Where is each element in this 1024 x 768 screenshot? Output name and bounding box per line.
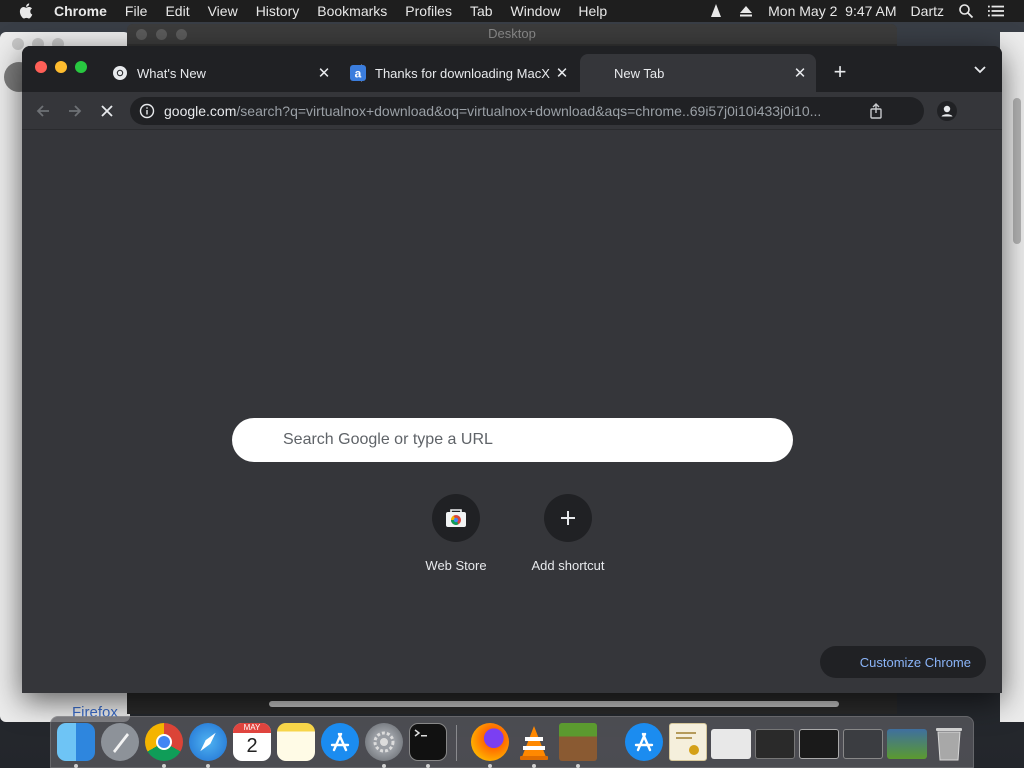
menu-app-name[interactable]: Chrome [54, 3, 107, 19]
new-tab-button[interactable]: + [828, 59, 852, 84]
search-placeholder: Search Google or type a URL [283, 431, 493, 448]
tab-macx-download[interactable]: a Thanks for downloading MacX ✕ [342, 54, 578, 92]
close-tab-icon[interactable]: ✕ [792, 65, 808, 82]
share-icon[interactable] [868, 103, 884, 119]
zoom-window-button[interactable] [75, 61, 87, 73]
menu-bookmarks[interactable]: Bookmarks [317, 3, 387, 19]
tab-whats-new[interactable]: What's New ✕ [102, 54, 340, 92]
menu-history[interactable]: History [256, 3, 300, 19]
preview-window-icon[interactable] [711, 729, 751, 759]
menu-bar: Chrome File Edit View History Bookmarks … [0, 0, 1024, 22]
dock-separator [456, 725, 457, 761]
menu-view[interactable]: View [208, 3, 238, 19]
trash-icon[interactable] [933, 723, 971, 761]
minimize-window-button[interactable] [55, 61, 67, 73]
macx-icon: a [350, 65, 366, 81]
app-store-installer-icon[interactable] [625, 723, 663, 761]
running-indicator [382, 764, 386, 768]
calendar-day: 2 [246, 735, 258, 757]
scrollbar[interactable] [1013, 98, 1021, 244]
window-thumbnail-icon[interactable] [755, 729, 795, 759]
safari-icon[interactable] [189, 723, 227, 761]
stop-loading-button[interactable] [97, 101, 117, 121]
address-bar[interactable]: google.com /search?q=virtualnox+download… [130, 97, 924, 125]
menu-user[interactable]: Dartz [911, 3, 944, 19]
window-thumbnail-icon[interactable] [799, 729, 839, 759]
horizontal-scrollbar[interactable] [269, 701, 839, 707]
shortcut-label: Web Store [425, 558, 487, 573]
close-tab-icon[interactable]: ✕ [554, 65, 570, 82]
navigation-toolbar: google.com /search?q=virtualnox+download… [22, 92, 1002, 130]
back-button[interactable] [33, 101, 53, 121]
menu-datetime[interactable]: Mon May 2 9:47 AM [768, 3, 896, 19]
minecraft-icon[interactable] [559, 723, 597, 761]
web-store-icon [432, 494, 480, 542]
url-host: google.com [164, 103, 237, 119]
terminal-icon[interactable] [409, 723, 447, 761]
running-indicator [426, 764, 430, 768]
running-indicator [532, 764, 536, 768]
dock: MAY 2 [50, 716, 974, 768]
running-indicator [576, 764, 580, 768]
menu-window[interactable]: Window [511, 3, 561, 19]
shortcut-web-store[interactable]: Web Store [400, 494, 512, 573]
shortcut-add[interactable]: Add shortcut [512, 494, 624, 573]
menu-profiles[interactable]: Profiles [405, 3, 452, 19]
site-info-icon[interactable] [139, 103, 155, 119]
menu-edit[interactable]: Edit [165, 3, 189, 19]
customize-chrome-label: Customize Chrome [859, 654, 971, 670]
chrome-window: What's New ✕ a Thanks for downloading Ma… [22, 46, 1002, 693]
spotlight-search-icon[interactable] [958, 3, 974, 19]
menu-tab[interactable]: Tab [470, 3, 493, 19]
google-search-input[interactable]: Search Google or type a URL [232, 418, 793, 462]
calendar-icon[interactable]: MAY 2 [233, 723, 271, 761]
close-window-button[interactable] [35, 61, 47, 73]
apple-icon[interactable] [18, 2, 36, 20]
system-preferences-icon[interactable] [365, 723, 403, 761]
shortcut-label: Add shortcut [531, 558, 605, 573]
window-thumbnail-icon[interactable] [843, 729, 883, 759]
svg-text:a: a [355, 67, 362, 81]
close-tab-icon[interactable]: ✕ [316, 65, 332, 82]
plus-icon [544, 494, 592, 542]
customize-chrome-button[interactable]: Customize Chrome [820, 646, 986, 678]
menu-help[interactable]: Help [578, 3, 607, 19]
menu-file[interactable]: File [125, 3, 148, 19]
tab-new-tab[interactable]: New Tab ✕ [580, 54, 816, 92]
url-path: /search?q=virtualnox+download&oq=virtual… [236, 103, 822, 119]
vlc-icon[interactable] [515, 723, 553, 761]
desktop-window-statusbar [127, 692, 897, 714]
control-center-icon[interactable] [988, 3, 1004, 19]
running-indicator [488, 764, 492, 768]
tab-label: What's New [137, 65, 206, 81]
notes-icon[interactable] [277, 723, 315, 761]
chrome-icon [112, 65, 128, 81]
certificate-icon[interactable] [669, 723, 707, 761]
running-indicator [206, 764, 210, 768]
finder-icon[interactable] [57, 723, 95, 761]
calendar-month: MAY [233, 723, 271, 733]
forward-button[interactable] [65, 101, 85, 121]
profile-avatar-icon[interactable] [937, 101, 957, 121]
desktop-window-title: Desktop [488, 26, 536, 41]
vlc-status-icon[interactable] [708, 3, 724, 19]
launchpad-icon[interactable] [101, 723, 139, 761]
behind-window-right [1000, 32, 1024, 722]
window-controls [35, 61, 87, 73]
tab-label: New Tab [614, 65, 665, 81]
tab-label: Thanks for downloading MacX [375, 65, 550, 81]
tab-search-chevron-icon[interactable] [970, 60, 990, 80]
tab-strip: What's New ✕ a Thanks for downloading Ma… [22, 46, 1002, 92]
running-indicator [74, 764, 78, 768]
firefox-icon[interactable] [471, 723, 509, 761]
running-indicator [162, 764, 166, 768]
chrome-icon[interactable] [145, 723, 183, 761]
minecraft-window-icon[interactable] [887, 729, 927, 759]
app-store-icon[interactable] [321, 723, 359, 761]
new-tab-page: Search Google or type a URL Web Store Ad… [22, 130, 1002, 693]
eject-icon[interactable] [738, 3, 754, 19]
